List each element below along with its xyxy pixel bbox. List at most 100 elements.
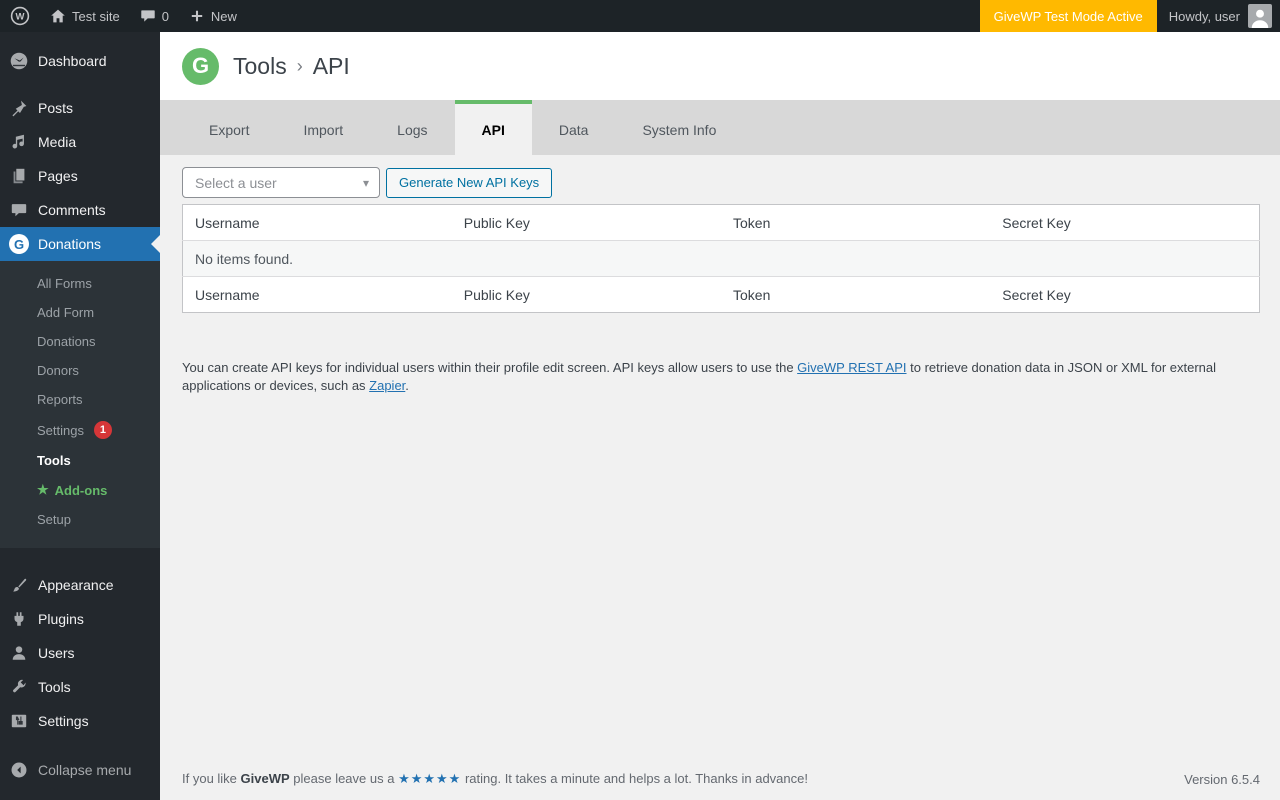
sidebar-item-settings[interactable]: Settings (0, 704, 160, 738)
sidebar-item-pages[interactable]: Pages (0, 159, 160, 193)
tab-api[interactable]: API (454, 100, 532, 155)
breadcrumb-separator: › (296, 55, 303, 76)
rating-message: If you like GiveWP please leave us a ★★★… (182, 771, 808, 786)
api-description: You can create API keys for individual u… (182, 360, 1217, 393)
pushpin-icon (9, 98, 29, 118)
sidebar-item-tools[interactable]: Tools (0, 670, 160, 704)
content-area: G Tools › API Export Import Logs API Dat… (160, 32, 1280, 800)
user-select-dropdown[interactable]: Select a user ▾ (182, 167, 380, 198)
submenu-item-settings[interactable]: Settings 1 (0, 414, 160, 446)
submenu-item-all-forms[interactable]: All Forms (0, 269, 160, 298)
settings-update-badge: 1 (93, 421, 112, 439)
sidebar-item-comments[interactable]: Comments (0, 193, 160, 227)
admin-bar-site-link[interactable]: Test site (40, 0, 130, 32)
submenu-item-add-form[interactable]: Add Form (0, 298, 160, 327)
tab-data[interactable]: Data (532, 100, 616, 155)
settings-sliders-icon (9, 711, 29, 731)
home-icon (50, 8, 66, 24)
sidebar-item-dashboard[interactable]: Dashboard (0, 44, 160, 78)
api-keys-table: Username Public Key Token Secret Key No … (182, 204, 1260, 313)
tab-import[interactable]: Import (276, 100, 370, 155)
admin-bar: W Test site 0 New GiveWP Test Mode Activ… (0, 0, 1280, 32)
sidebar-item-label: Tools (38, 679, 71, 695)
plus-icon (189, 8, 205, 24)
sidebar-item-label: Pages (38, 168, 78, 184)
sidebar-item-plugins[interactable]: Plugins (0, 602, 160, 636)
pages-icon (9, 166, 29, 186)
submenu-item-tools[interactable]: Tools (0, 446, 160, 475)
version-label: Version 6.5.4 (1184, 771, 1260, 787)
tab-system-info[interactable]: System Info (615, 100, 743, 155)
breadcrumb-current: API (312, 52, 350, 79)
paintbrush-icon (9, 575, 29, 595)
wordpress-logo-icon[interactable]: W (0, 0, 40, 32)
new-label: New (210, 8, 237, 24)
column-public-key: Public Key (463, 214, 530, 231)
sidebar-item-label: Media (38, 134, 77, 150)
avatar (1248, 4, 1272, 28)
admin-bar-comments[interactable]: 0 (130, 0, 179, 32)
plug-icon (9, 609, 29, 629)
howdy-text: Howdy, user (1168, 8, 1240, 24)
tab-export[interactable]: Export (182, 100, 276, 155)
sidebar-item-donations[interactable]: G Donations (0, 227, 160, 261)
user-icon (9, 643, 29, 663)
column-public-key: Public Key (451, 276, 721, 313)
collapse-arrow-icon (9, 760, 29, 780)
column-username: Username (195, 214, 260, 231)
dashboard-icon (9, 51, 29, 71)
column-username: Username (182, 276, 452, 313)
submenu-item-donations[interactable]: Donations (0, 327, 160, 356)
brand-name: GiveWP (240, 771, 290, 786)
admin-bar-new[interactable]: New (179, 0, 247, 32)
media-icon (9, 132, 29, 152)
collapse-menu-button[interactable]: Collapse menu (0, 753, 160, 787)
sidebar-item-media[interactable]: Media (0, 125, 160, 159)
page-header: G Tools › API (160, 32, 1280, 100)
givewp-logo: G (182, 47, 219, 85)
sidebar-item-label: Settings (38, 713, 89, 729)
givewp-test-mode-banner[interactable]: GiveWP Test Mode Active (979, 0, 1157, 32)
tab-logs[interactable]: Logs (370, 100, 454, 155)
page-title: Tools › API (233, 53, 350, 80)
chevron-down-icon: ▾ (362, 175, 369, 190)
sidebar-item-label: Plugins (38, 611, 84, 627)
empty-message: No items found. (182, 240, 1260, 277)
collapse-menu-label: Collapse menu (38, 762, 132, 778)
column-secret-key: Secret Key (1002, 214, 1071, 231)
submenu-item-add-ons[interactable]: ★ Add-ons (0, 475, 160, 505)
sidebar-item-label: Comments (38, 202, 106, 218)
sidebar-item-appearance[interactable]: Appearance (0, 568, 160, 602)
five-stars-link[interactable]: ★★★★★ (398, 771, 461, 786)
column-secret-key: Secret Key (990, 276, 1260, 313)
generate-api-keys-button[interactable]: Generate New API Keys (386, 167, 553, 198)
zapier-link[interactable]: Zapier (369, 378, 405, 393)
submenu-item-setup[interactable]: Setup (0, 505, 160, 534)
column-token: Token (721, 276, 991, 313)
sidebar-item-users[interactable]: Users (0, 636, 160, 670)
tools-tab-bar: Export Import Logs API Data System Info (160, 100, 1280, 155)
admin-sidebar: Dashboard Posts Media Pages Comments G D… (0, 32, 160, 800)
column-token: Token (733, 214, 771, 231)
donations-submenu: All Forms Add Form Donations Donors Repo… (0, 261, 160, 548)
comment-bubble-icon (140, 8, 156, 24)
api-tab-panel: Select a user ▾ Generate New API Keys Us… (160, 155, 1280, 761)
submenu-item-reports[interactable]: Reports (0, 385, 160, 414)
table-footer-row: Username Public Key Token Secret Key (182, 276, 1260, 313)
submenu-item-donors[interactable]: Donors (0, 356, 160, 385)
sidebar-item-label: Dashboard (38, 53, 107, 69)
comments-icon (9, 200, 29, 220)
admin-bar-my-account[interactable]: Howdy, user (1157, 0, 1280, 32)
user-select-placeholder: Select a user (195, 174, 277, 191)
sidebar-item-label: Appearance (38, 577, 114, 593)
svg-text:W: W (16, 12, 25, 23)
comments-count: 0 (161, 8, 169, 24)
sidebar-item-label: Users (38, 645, 75, 661)
admin-footer: If you like GiveWP please leave us a ★★★… (160, 761, 1280, 800)
sidebar-item-label: Posts (38, 100, 74, 116)
sidebar-item-posts[interactable]: Posts (0, 91, 160, 125)
givewp-rest-api-link[interactable]: GiveWP REST API (797, 360, 906, 375)
active-item-arrow (151, 235, 160, 253)
table-row: No items found. (182, 240, 1260, 277)
breadcrumb-root: Tools (233, 52, 287, 79)
